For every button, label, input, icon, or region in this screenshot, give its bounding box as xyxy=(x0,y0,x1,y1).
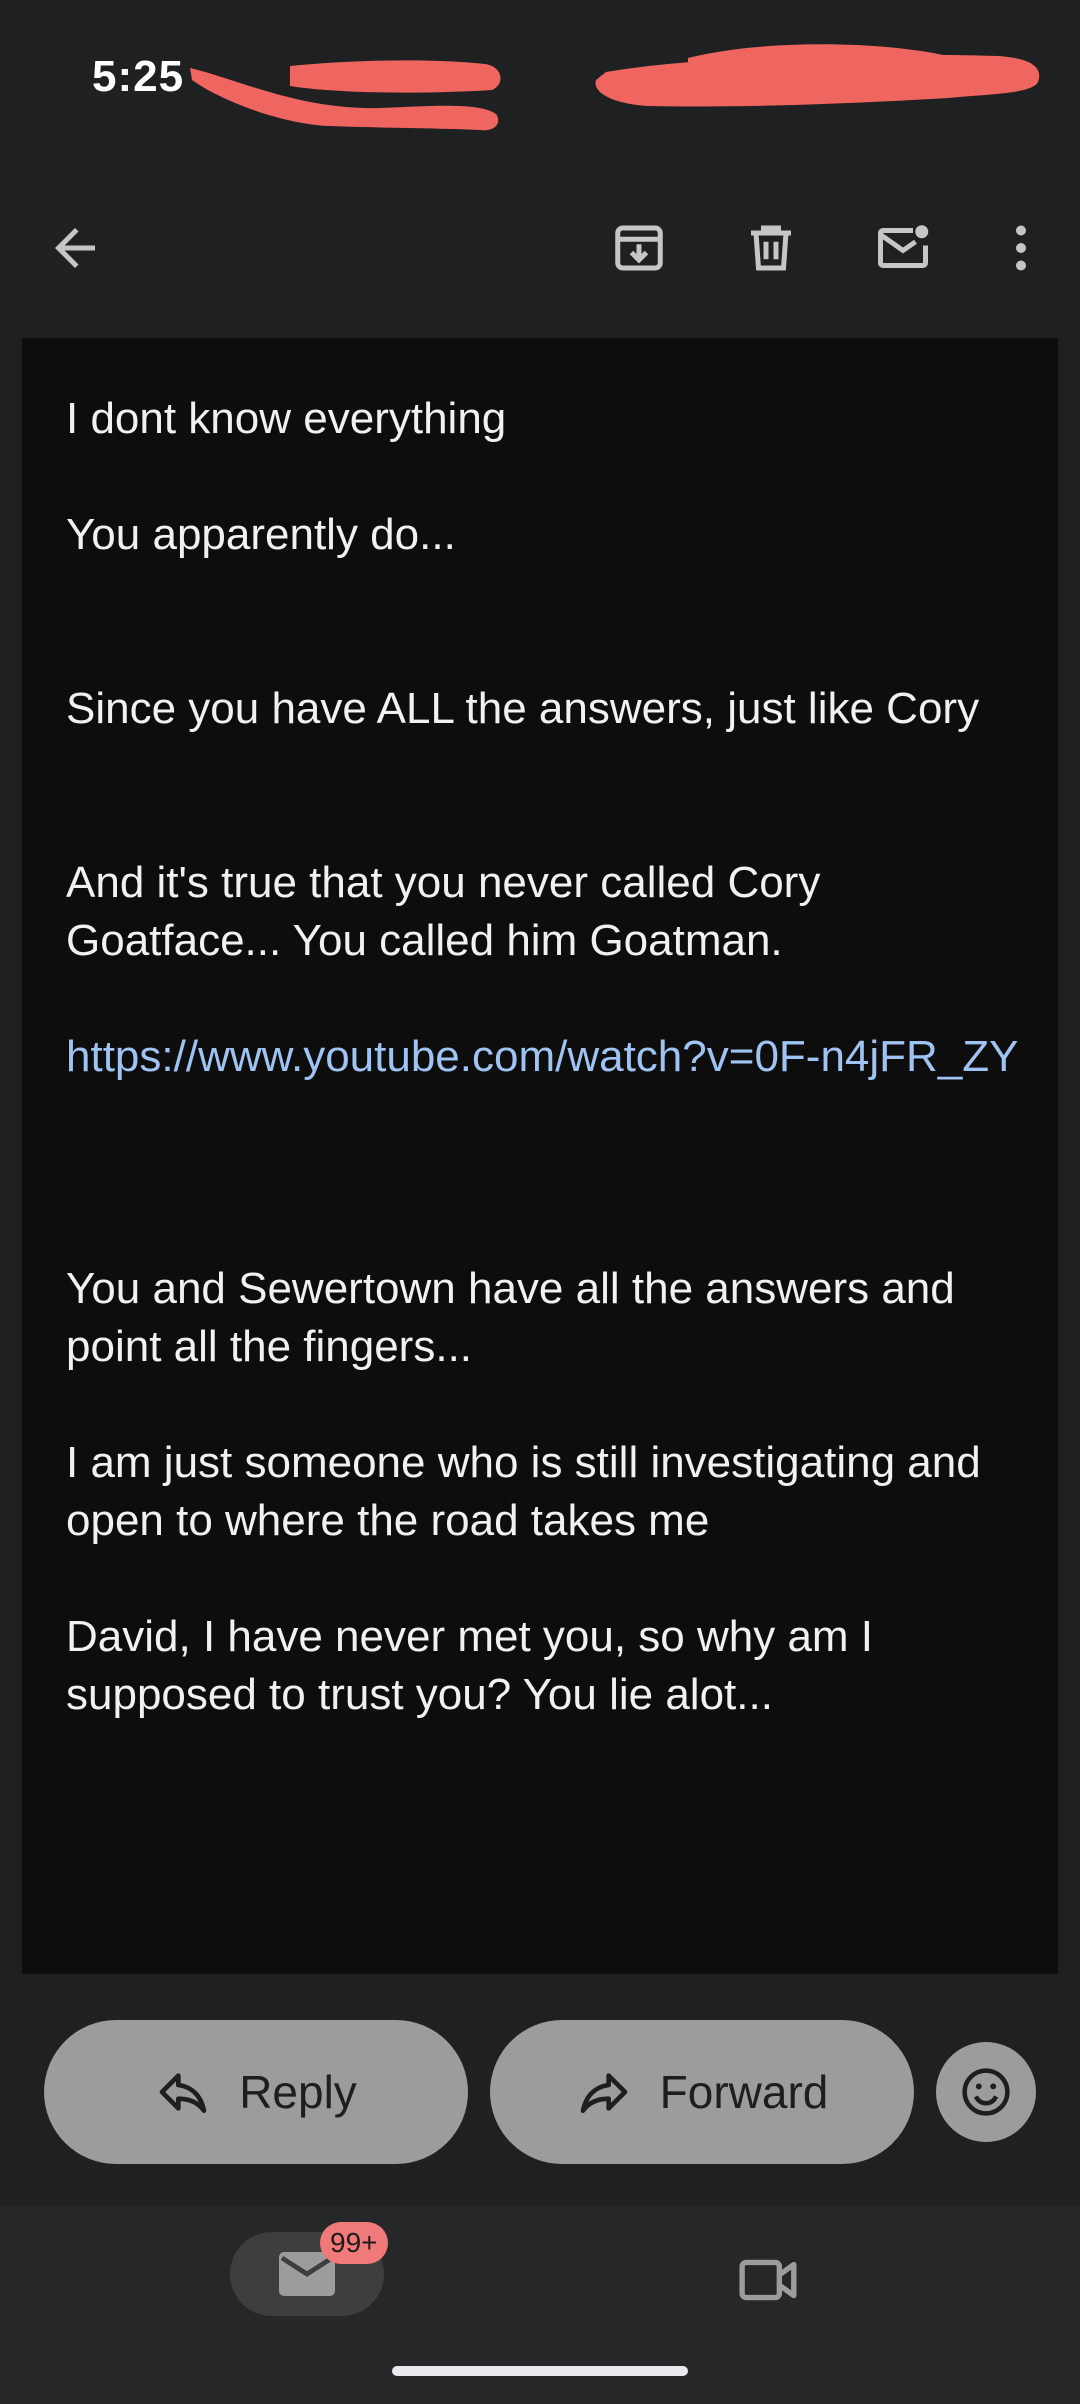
email-paragraph: And it's true that you never called Cory… xyxy=(66,858,821,965)
email-body: I dont know everything You apparently do… xyxy=(22,338,1058,1974)
arrow-left-icon xyxy=(55,228,95,268)
delete-button[interactable] xyxy=(716,186,826,310)
home-indicator[interactable] xyxy=(392,2366,688,2376)
email-paragraph: I am just someone who is still investiga… xyxy=(66,1438,981,1545)
archive-button[interactable] xyxy=(584,186,694,310)
forward-button[interactable]: Forward xyxy=(490,2020,914,2164)
forward-icon xyxy=(580,2073,627,2113)
emoji-reaction-icon xyxy=(962,2068,1010,2116)
email-toolbar xyxy=(0,186,1080,310)
more-vertical-icon xyxy=(1016,225,1026,271)
email-paragraph: You and Sewertown have all the answers a… xyxy=(66,1264,955,1371)
nav-meet-tab[interactable] xyxy=(724,2244,814,2314)
mail-unread-icon xyxy=(878,225,929,268)
reply-icon xyxy=(159,2073,207,2113)
youtube-link[interactable]: https://www.youtube.com/watch?v=0F-n4jFR… xyxy=(66,1028,1046,1086)
video-camera-icon xyxy=(739,2259,797,2301)
emoji-reaction-button[interactable] xyxy=(936,2042,1036,2142)
forward-label: Forward xyxy=(659,2066,829,2118)
reply-button[interactable]: Reply xyxy=(44,2020,468,2164)
redaction-mark-right xyxy=(595,44,1040,107)
more-options-button[interactable] xyxy=(966,186,1076,310)
mark-unread-button[interactable] xyxy=(848,186,958,310)
action-bar: Reply Forward xyxy=(0,2000,1080,2206)
back-button[interactable] xyxy=(20,186,130,310)
email-paragraph: I dont know everything xyxy=(66,394,507,443)
reply-label: Reply xyxy=(239,2066,357,2118)
redaction-mark-left xyxy=(190,60,501,131)
email-paragraph: David, I have never met you, so why am I… xyxy=(66,1612,874,1719)
trash-icon xyxy=(751,225,791,271)
status-bar: 5:25 xyxy=(0,0,1080,160)
email-paragraph: Since you have ALL the answers, just lik… xyxy=(66,684,980,733)
status-time: 5:25 xyxy=(92,52,185,101)
unread-count-badge: 99+ xyxy=(320,2222,388,2264)
archive-icon xyxy=(615,225,663,271)
email-paragraph: You apparently do... xyxy=(66,510,456,559)
